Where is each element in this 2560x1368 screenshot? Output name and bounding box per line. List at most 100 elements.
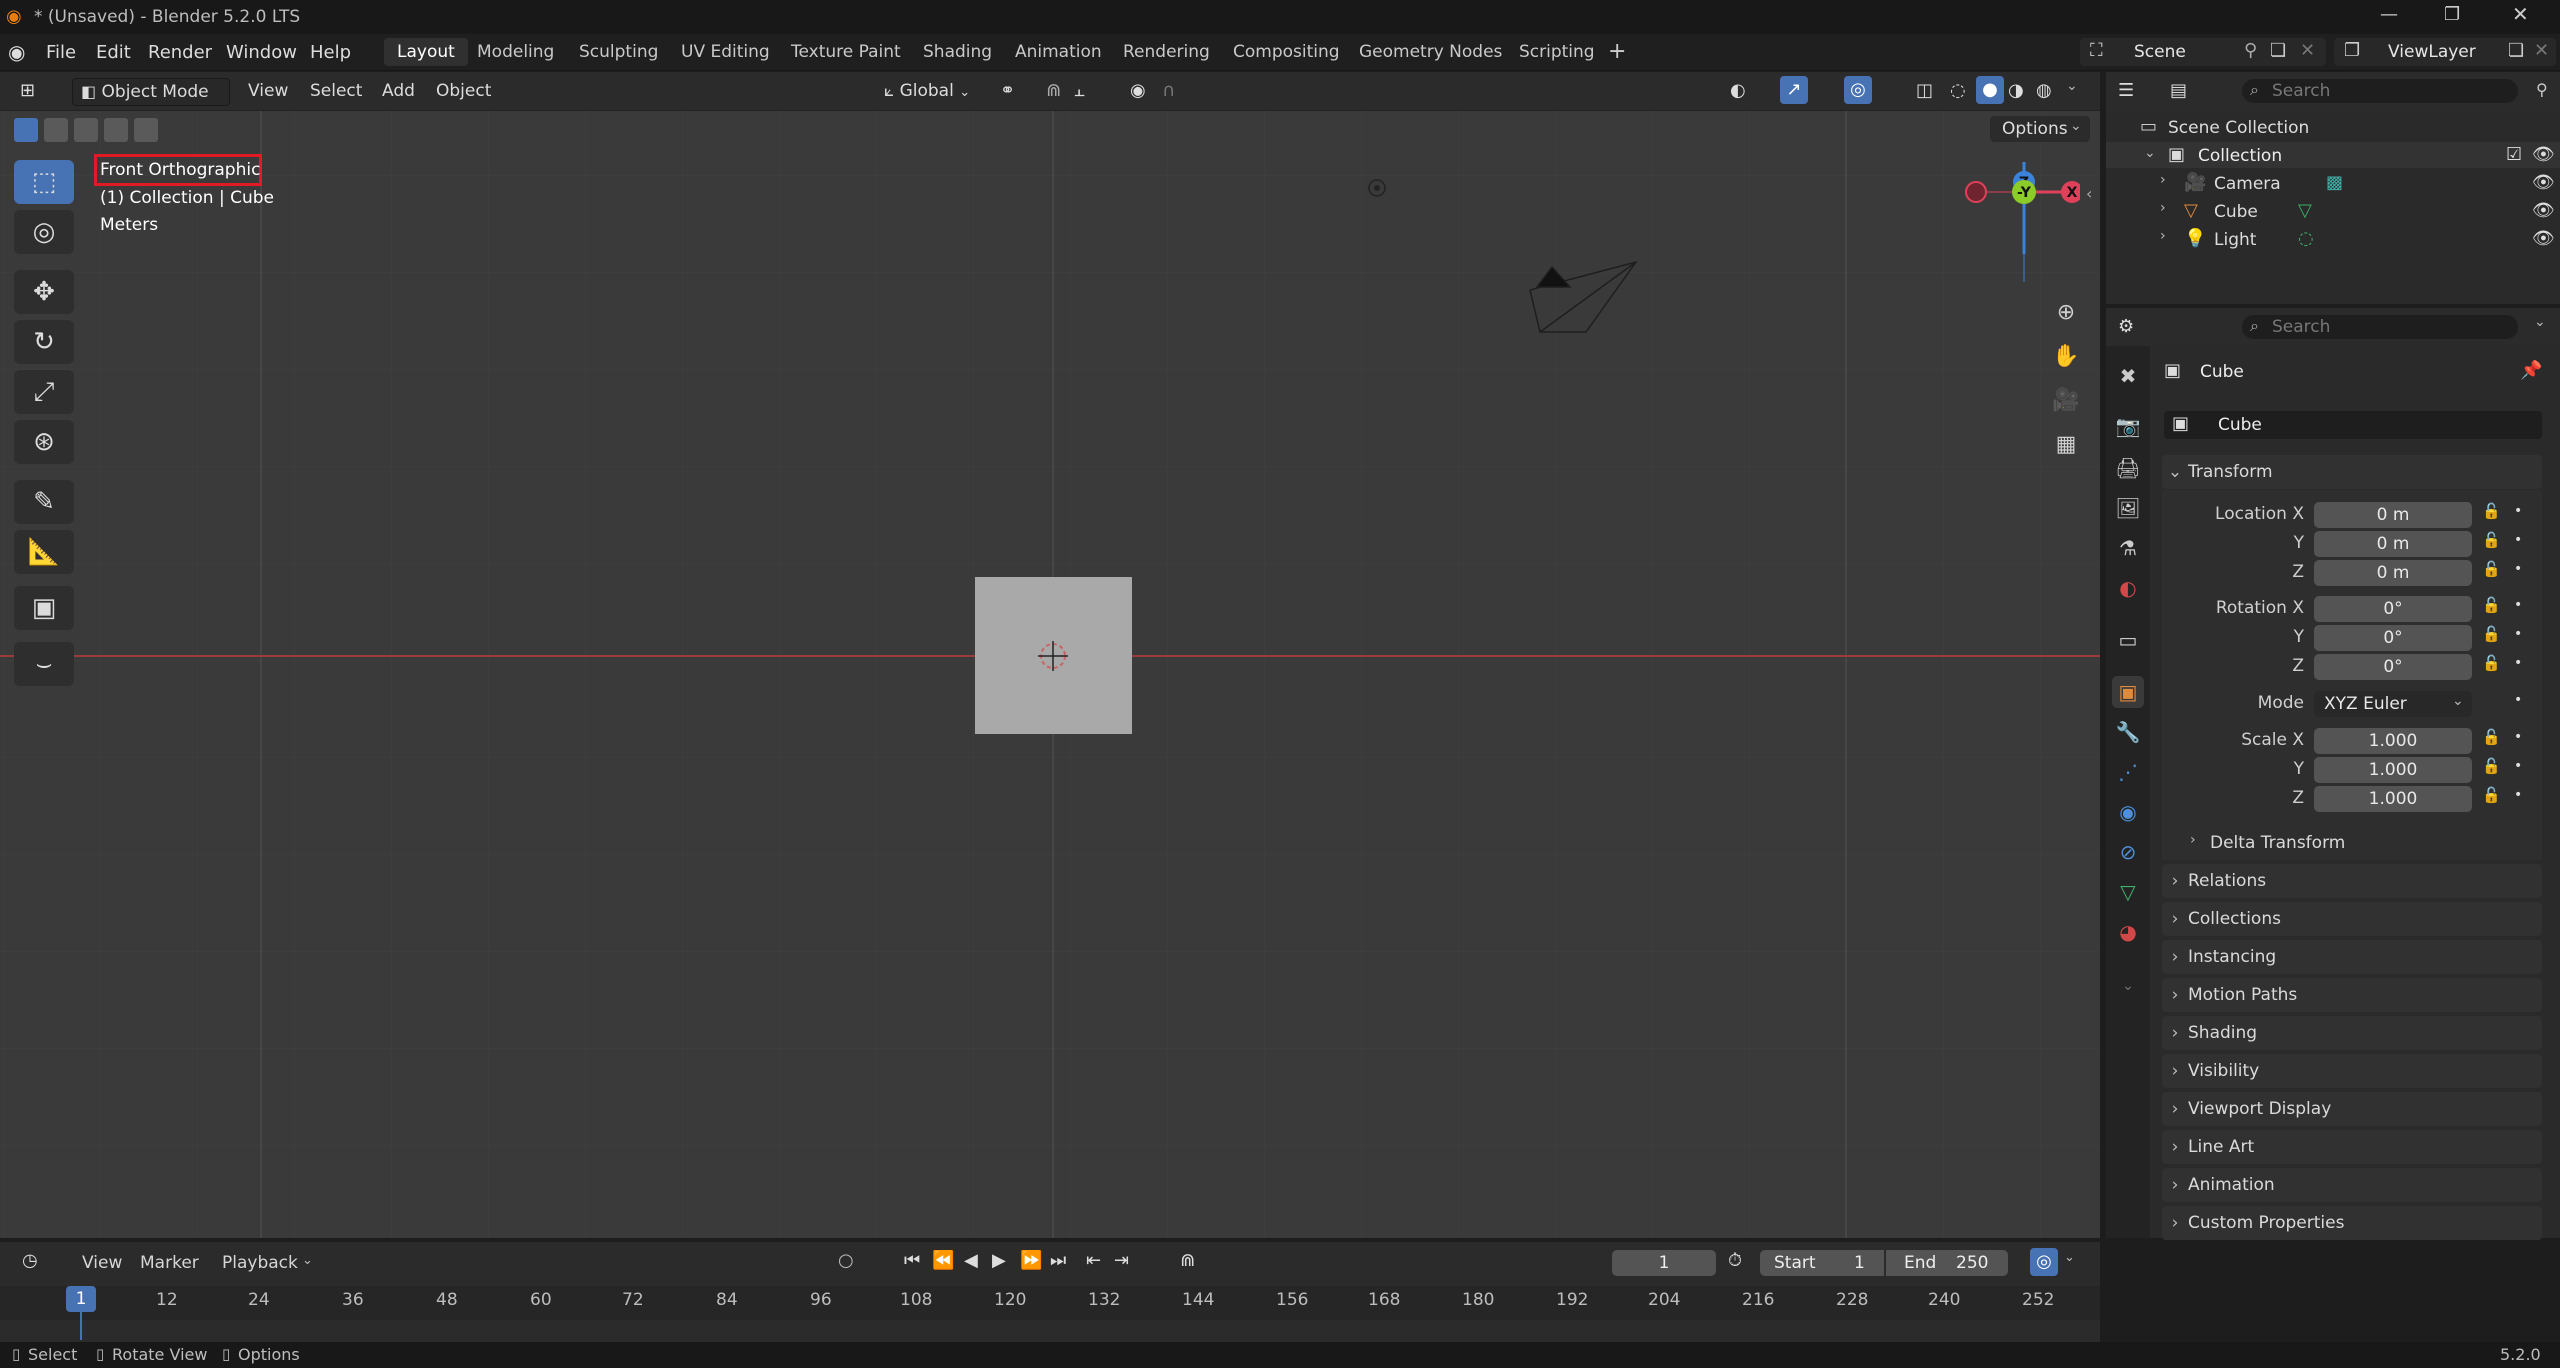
close-icon[interactable]: ✕	[2512, 2, 2529, 26]
lock-icon[interactable]: 🔓	[2482, 596, 2501, 614]
proportional-edit-icon[interactable]: ◉	[1130, 80, 1146, 101]
lock-icon[interactable]: 🔓	[2482, 531, 2501, 549]
object-tab-icon[interactable]: ▣	[2112, 676, 2144, 708]
panel-custom-properties[interactable]: › Custom Properties	[2162, 1206, 2542, 1240]
select-invert-icon[interactable]	[104, 118, 128, 142]
lock-icon[interactable]: 🔓	[2482, 786, 2501, 804]
current-frame-field[interactable]: 1	[1612, 1250, 1716, 1276]
tab-modeling[interactable]: Modeling	[464, 38, 567, 66]
lock-icon[interactable]: 🔓	[2482, 502, 2501, 520]
keyframe-dot-icon[interactable]: •	[2514, 787, 2522, 803]
location-z-field[interactable]: 0 m	[2314, 560, 2472, 586]
measure-tool-icon[interactable]: 📐	[14, 530, 74, 574]
keyframe-dot-icon[interactable]: •	[2514, 503, 2522, 519]
scale-y-field[interactable]: 1.000	[2314, 757, 2472, 783]
particles-tab-icon[interactable]: ⋰	[2112, 756, 2144, 788]
transform-orientation-dropdown[interactable]: ⟀ Global ⌄	[876, 78, 996, 104]
keyframe-dot-icon[interactable]: •	[2514, 532, 2522, 548]
physics-tab-icon[interactable]: ◉	[2112, 796, 2144, 828]
select-intersect-icon[interactable]	[134, 118, 158, 142]
pin-icon[interactable]: ⚲	[2244, 40, 2257, 61]
constraints-tab-icon[interactable]: ⊘	[2112, 836, 2144, 868]
chevron-right-icon[interactable]: ›	[2160, 172, 2166, 188]
timeline-editor-type-icon[interactable]: ◷	[22, 1250, 38, 1271]
new-scene-icon[interactable]: ❏	[2270, 40, 2286, 61]
outliner-row-collection[interactable]: ⌄ ▣ Collection ☑ 👁	[2106, 142, 2560, 168]
rotation-y-field[interactable]: 0°	[2314, 625, 2472, 651]
material-tab-icon[interactable]: ◕	[2112, 916, 2144, 948]
delete-view-layer-icon[interactable]: ✕	[2534, 40, 2549, 61]
new-view-layer-icon[interactable]: ❏	[2508, 40, 2524, 61]
display-mode-icon[interactable]: ▤	[2170, 80, 2187, 101]
tab-animation[interactable]: Animation	[1002, 38, 1115, 66]
scene-selector[interactable]: ⛶ Scene ⚲ ❏ ✕	[2080, 38, 2326, 66]
gizmo-toggle-icon[interactable]: ↗	[1780, 76, 1808, 104]
timeline-menu-view[interactable]: View	[82, 1253, 122, 1273]
pan-hand-icon[interactable]: ✋	[2050, 340, 2082, 372]
view-layer-selector[interactable]: ❐ ViewLayer ❏ ✕	[2334, 38, 2556, 66]
start-frame-field[interactable]: Start 1	[1760, 1250, 1884, 1276]
transform-panel-header[interactable]: ⌄ Transform	[2162, 455, 2542, 489]
properties-search-input[interactable]: ⌕ Search	[2242, 315, 2518, 339]
scale-z-field[interactable]: 1.000	[2314, 786, 2472, 812]
scale-x-field[interactable]: 1.000	[2314, 728, 2472, 754]
rotation-z-field[interactable]: 0°	[2314, 654, 2472, 680]
minimize-icon[interactable]: —	[2380, 4, 2398, 25]
menu-edit[interactable]: Edit	[96, 42, 131, 63]
keying-set-icon[interactable]: ⇤	[1086, 1250, 1101, 1271]
properties-editor-icon[interactable]: ⚙	[2118, 316, 2134, 337]
keyframe-dot-icon[interactable]: •	[2514, 758, 2522, 774]
chevron-right-icon[interactable]: ›	[2160, 200, 2166, 216]
tab-shading[interactable]: Shading	[910, 38, 1005, 66]
rendered-shading-icon[interactable]: ◍	[2036, 80, 2052, 101]
snap-icon[interactable]: ⋒	[1046, 80, 1061, 101]
tab-compositing[interactable]: Compositing	[1220, 38, 1353, 66]
outliner-row-cube[interactable]: › ▽ Cube ▽ 👁	[2106, 198, 2560, 224]
filter-icon[interactable]: ⚲	[2536, 80, 2548, 99]
annotate-tool-icon[interactable]: ✎	[14, 480, 74, 524]
transform-tool-icon[interactable]: ⊛	[14, 420, 74, 464]
checkbox-icon[interactable]: ☑	[2506, 144, 2522, 165]
delta-transform-subpanel[interactable]: › Delta Transform	[2186, 830, 2536, 856]
outliner-row-light[interactable]: › 💡 Light ◌ 👁	[2106, 226, 2560, 252]
select-subtract-icon[interactable]	[74, 118, 98, 142]
tab-scripting[interactable]: Scripting	[1506, 38, 1608, 66]
chevron-down-icon[interactable]: ⌄	[2534, 314, 2546, 330]
chevron-down-icon[interactable]: ⌄	[2144, 145, 2156, 161]
jump-start-icon[interactable]: ⏮	[904, 1250, 920, 1271]
rotation-x-field[interactable]: 0°	[2314, 596, 2472, 622]
lock-icon[interactable]: 🔓	[2482, 728, 2501, 746]
tab-geometry-nodes[interactable]: Geometry Nodes	[1346, 38, 1515, 66]
curve-tool-icon[interactable]: ⌣	[14, 642, 74, 686]
viewport-menu-view[interactable]: View	[240, 78, 296, 104]
lock-icon[interactable]: 🔓	[2482, 625, 2501, 643]
sidebar-toggle-icon[interactable]: ‹	[2086, 184, 2092, 203]
menu-render[interactable]: Render	[148, 42, 212, 63]
overlay-toggle-icon[interactable]: ◎	[1844, 76, 1872, 104]
render-tab-icon[interactable]: 📷	[2112, 410, 2144, 442]
scale-tool-icon[interactable]: ⤢	[14, 370, 74, 414]
lock-icon[interactable]: 🔓	[2482, 654, 2501, 672]
tab-texture-paint[interactable]: Texture Paint	[778, 38, 914, 66]
eye-icon[interactable]: 👁	[2532, 200, 2555, 221]
pivot-point-icon[interactable]: ⚭	[1000, 80, 1015, 101]
chevron-down-icon[interactable]: ⌄	[2064, 1250, 2075, 1265]
keyframe-dot-icon[interactable]: •	[2514, 655, 2522, 671]
tab-sculpting[interactable]: Sculpting	[566, 38, 671, 66]
chevron-down-icon[interactable]: ⌄	[2066, 78, 2078, 94]
keyframe-dot-icon[interactable]: •	[2514, 561, 2522, 577]
camera-view-icon[interactable]: 🎥	[2050, 384, 2082, 416]
chevron-right-icon[interactable]: ›	[2160, 228, 2166, 244]
panel-visibility[interactable]: › Visibility	[2162, 1054, 2542, 1088]
menu-file[interactable]: File	[46, 42, 76, 63]
xray-icon[interactable]: ◫	[1916, 80, 1933, 101]
rotate-tool-icon[interactable]: ↻	[14, 320, 74, 364]
move-tool-icon[interactable]: ✥	[14, 270, 74, 314]
object-name-field[interactable]: ▣ Cube	[2164, 411, 2542, 439]
ortho-grid-icon[interactable]: ▦	[2050, 428, 2082, 460]
location-y-field[interactable]: 0 m	[2314, 531, 2472, 557]
panel-shading[interactable]: › Shading	[2162, 1016, 2542, 1050]
light-data-icon[interactable]: ◌	[2298, 228, 2314, 249]
stopwatch-icon[interactable]: ⏱	[1728, 1250, 1742, 1271]
blender-menu-icon[interactable]: ◉	[8, 40, 25, 64]
